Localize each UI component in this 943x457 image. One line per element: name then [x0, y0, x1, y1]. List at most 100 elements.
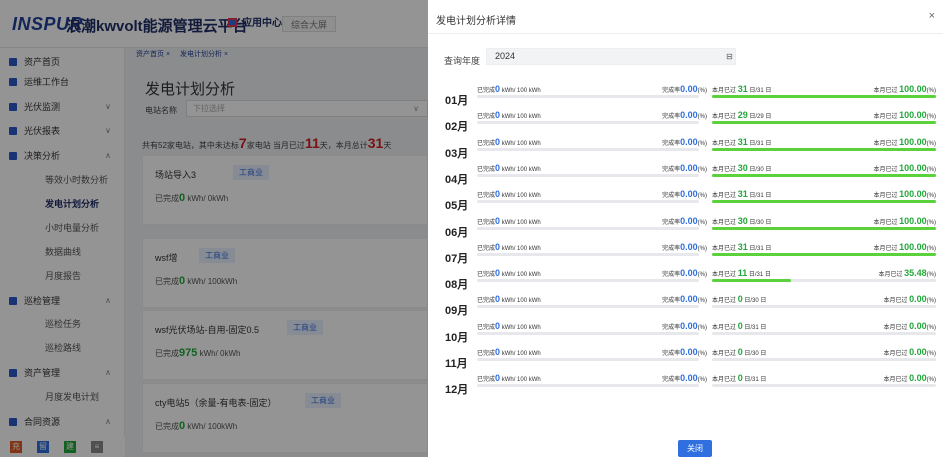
- query-year-label: 查询年度: [444, 56, 481, 66]
- done-value: 0: [495, 162, 501, 173]
- elapsed-bar: [712, 384, 936, 388]
- month-label: 09月: [445, 305, 469, 318]
- done-unit: kWh/ 100 kWh: [501, 193, 541, 200]
- done-value: 0: [495, 215, 501, 226]
- done-unit: kWh/ 100 kWh: [501, 351, 541, 357]
- completion-bar: [477, 226, 699, 230]
- done-unit: kWh/ 100 kWh: [501, 114, 541, 121]
- month-row: 05月 已完成0 kWh/ 100 kWh 完成率0.00(%) 本月已过 31 日/…: [428, 189, 943, 216]
- pct-prefix: 本月已过: [873, 219, 898, 226]
- total-days: 30: [752, 298, 759, 305]
- total-days: 30: [757, 219, 764, 226]
- pct-value: 100.00: [899, 84, 927, 94]
- total-days: 31: [757, 88, 764, 94]
- done-prefix: 已完成: [477, 272, 496, 279]
- pct-prefix: 本月已过: [883, 324, 908, 331]
- completion-rate: 完成率0.00(%): [662, 321, 707, 331]
- elapsed-days: 本月已过 0 日/31 日: [712, 373, 766, 383]
- month-row: 08月 已完成0 kWh/ 100 kWh 完成率0.00(%) 本月已过 11 日/…: [428, 268, 943, 295]
- month-row: 02月 已完成0 kWh/ 100 kWh 完成率0.00(%) 本月已过 29 日/…: [428, 110, 943, 137]
- day-unit: 日: [765, 88, 772, 94]
- done-amount: 已完成0 kWh/ 100 kWh: [477, 189, 541, 199]
- rate-suffix: (%): [697, 140, 707, 147]
- rate-prefix: 完成率: [662, 219, 681, 226]
- completion-bar: [477, 331, 699, 335]
- day-sep: 日/: [744, 351, 753, 357]
- elapsed-bar-fill: [712, 173, 936, 177]
- done-value: 0: [495, 373, 501, 384]
- rate-prefix: 完成率: [662, 193, 681, 200]
- elapsed-percent: 本月已过 100.00(%): [873, 242, 936, 252]
- total-days: 31: [752, 377, 759, 384]
- rate-suffix: (%): [697, 324, 707, 331]
- pct-suffix: (%): [926, 88, 936, 94]
- pct-suffix: (%): [926, 245, 936, 252]
- total-days: 31: [757, 140, 764, 147]
- elapsed-value: 0: [737, 347, 743, 357]
- month-label: 11月: [445, 358, 468, 370]
- close-button[interactable]: 关闭: [678, 440, 712, 457]
- rate-prefix: 完成率: [662, 88, 681, 94]
- year-picker[interactable]: 2024: [486, 48, 736, 65]
- month-row: 09月 已完成0 kWh/ 100 kWh 完成率0.00(%) 本月已过 0 日/3…: [428, 294, 943, 321]
- rate-value: 0.00: [680, 162, 698, 173]
- done-value: 0: [495, 241, 501, 252]
- elapsed-days: 本月已过 31 日/31 日: [712, 84, 771, 94]
- elapsed-value: 30: [737, 162, 748, 173]
- elapsed-prefix: 本月已过: [712, 114, 737, 121]
- day-unit: 日: [760, 324, 767, 331]
- day-sep: 日/: [749, 114, 758, 121]
- completion-bar: [477, 358, 699, 361]
- elapsed-days: 本月已过 31 日/31 日: [712, 242, 771, 252]
- day-sep: 日/: [744, 298, 753, 305]
- elapsed-prefix: 本月已过: [712, 324, 737, 331]
- elapsed-percent: 本月已过 100.00(%): [873, 216, 936, 226]
- rate-suffix: (%): [697, 377, 707, 384]
- month-row: 06月 已完成0 kWh/ 100 kWh 完成率0.00(%) 本月已过 30 日/…: [428, 216, 943, 243]
- elapsed-prefix: 本月已过: [712, 377, 737, 384]
- day-unit: 日: [765, 193, 772, 200]
- rate-value: 0.00: [680, 241, 698, 252]
- month-label: 07月: [445, 252, 469, 265]
- done-amount: 已完成0 kWh/ 100 kWh: [477, 216, 541, 226]
- done-prefix: 已完成: [477, 377, 496, 384]
- elapsed-value: 0: [737, 373, 743, 384]
- done-amount: 已完成0 kWh/ 100 kWh: [477, 137, 541, 147]
- rate-prefix: 完成率: [662, 377, 681, 384]
- elapsed-bar: [712, 147, 936, 151]
- month-label: 06月: [445, 226, 469, 239]
- completion-bar: [477, 305, 699, 309]
- done-prefix: 已完成: [477, 193, 496, 200]
- elapsed-percent: 本月已过 100.00(%): [873, 84, 936, 94]
- elapsed-bar-fill: [712, 226, 936, 230]
- pct-suffix: (%): [926, 140, 936, 147]
- elapsed-percent: 本月已过 0.00(%): [883, 373, 936, 383]
- elapsed-percent: 本月已过 0.00(%): [883, 321, 936, 331]
- completion-bar: [477, 252, 699, 256]
- elapsed-prefix: 本月已过: [712, 140, 737, 147]
- dialog-title: 发电计划分析详情: [436, 16, 516, 27]
- completion-bar: [477, 279, 699, 283]
- rate-value: 0.00: [680, 320, 698, 331]
- elapsed-value: 29: [737, 110, 748, 121]
- close-icon[interactable]: ×: [929, 10, 935, 22]
- elapsed-days: 本月已过 31 日/31 日: [712, 137, 771, 147]
- month-label: 05月: [445, 200, 469, 213]
- month-label: 01月: [445, 95, 469, 107]
- done-amount: 已完成0 kWh/ 100 kWh: [477, 268, 541, 278]
- done-unit: kWh/ 100 kWh: [501, 140, 541, 147]
- pct-suffix: (%): [926, 193, 936, 200]
- rate-suffix: (%): [697, 272, 707, 279]
- done-unit: kWh/ 100 kWh: [501, 272, 541, 279]
- pct-value: 100.00: [899, 189, 927, 200]
- pct-suffix: (%): [926, 298, 936, 305]
- elapsed-days: 本月已过 30 日/30 日: [712, 163, 771, 173]
- plan-detail-dialog: 发电计划分析详情 × 查询年度 2024 ⊟ 01月 已完成0 kWh/ 100 …: [428, 0, 943, 457]
- day-sep: 日/: [748, 272, 757, 279]
- done-prefix: 已完成: [477, 245, 496, 252]
- total-days: 31: [757, 245, 764, 252]
- pct-value: 100.00: [899, 110, 927, 121]
- calendar-icon[interactable]: ⊟: [726, 52, 733, 61]
- month-row: 01月 已完成0 kWh/ 100 kWh 完成率0.00(%) 本月已过 31 日/…: [428, 84, 943, 111]
- done-value: 0: [495, 136, 501, 147]
